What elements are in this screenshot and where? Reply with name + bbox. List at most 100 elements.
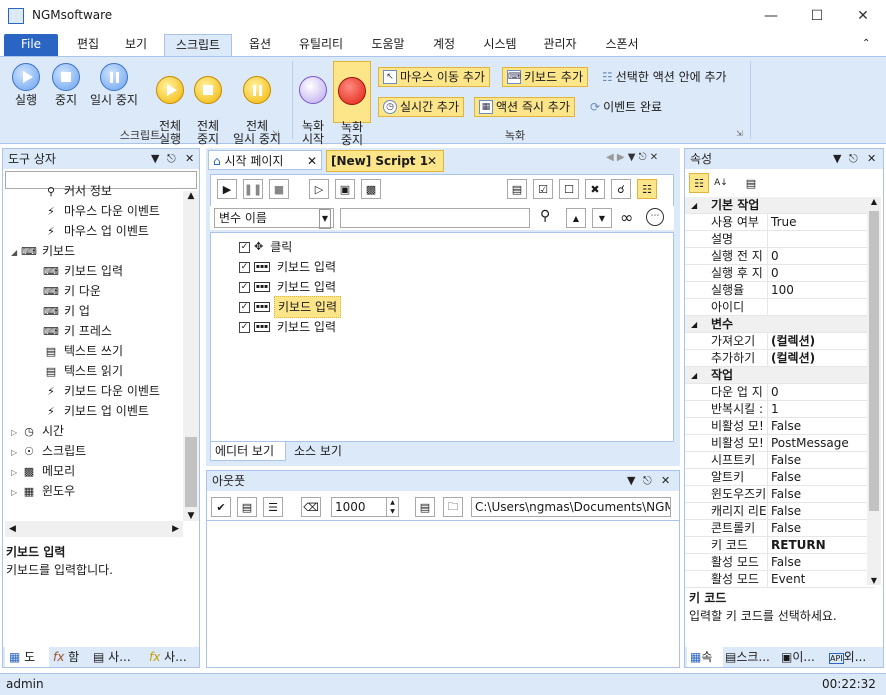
- script-line[interactable]: ✓ ✥ 클릭: [239, 237, 295, 257]
- tab-admin[interactable]: 관리자: [534, 34, 586, 56]
- image-tab[interactable]: ▣이...: [781, 647, 815, 667]
- variable-value-input[interactable]: [340, 208, 530, 228]
- step-over-button[interactable]: ▩: [361, 179, 381, 199]
- event-complete-button[interactable]: ⟳ 이벤트 완료: [586, 97, 666, 117]
- search-button[interactable]: ☌: [611, 179, 631, 199]
- property-value[interactable]: 0: [771, 384, 779, 401]
- tab-nav-icons[interactable]: ◀ ▶ ▼ ⎋ ✕: [606, 152, 658, 163]
- pause-button[interactable]: 일시 중지: [86, 63, 142, 107]
- property-row[interactable]: 시프트키 False: [685, 452, 875, 469]
- properties-scrollbar[interactable]: ▲ ▼: [867, 197, 881, 585]
- line-checkbox[interactable]: ✓: [239, 241, 250, 253]
- line-checkbox[interactable]: ✓: [239, 261, 250, 273]
- property-row[interactable]: 콘트롤키 False: [685, 520, 875, 537]
- tab-help[interactable]: 도움말: [362, 34, 414, 56]
- line-checkbox[interactable]: ✓: [239, 321, 250, 333]
- categorized-icon[interactable]: ☷: [689, 173, 709, 193]
- scroll-thumb[interactable]: [185, 437, 197, 507]
- property-row[interactable]: 반복시킬 : 1: [685, 401, 875, 418]
- check-button[interactable]: ☐: [559, 179, 579, 199]
- move-up-button[interactable]: ▲: [566, 208, 586, 228]
- stepper-arrows-icon[interactable]: ▲ ▼: [386, 498, 398, 516]
- move-down-button[interactable]: ▼: [592, 208, 612, 228]
- search-icon[interactable]: ⚲: [540, 208, 550, 224]
- functions-tab[interactable]: fx 함: [53, 647, 79, 667]
- property-value[interactable]: PostMessage: [771, 435, 849, 452]
- chart-button[interactable]: ▤: [507, 179, 527, 199]
- close-tab-icon[interactable]: ✕: [307, 151, 317, 171]
- loop-icon[interactable]: ∞: [620, 208, 633, 227]
- dropdown-icon[interactable]: ▼: [833, 149, 841, 169]
- property-category[interactable]: ◢ 기본 작업: [685, 197, 875, 214]
- property-category[interactable]: ◢ 작업: [685, 367, 875, 384]
- tab-editor-view[interactable]: 에디터 보기: [210, 442, 286, 461]
- property-row[interactable]: 알트키 False: [685, 469, 875, 486]
- property-value[interactable]: False: [771, 554, 801, 571]
- expander-icon[interactable]: ▷: [11, 463, 21, 483]
- dictionary-tab[interactable]: ▤ 사...: [93, 647, 131, 667]
- tab-options[interactable]: 옵션: [238, 34, 282, 56]
- toolbox-item[interactable]: ⚡ 마우스 다운 이벤트: [43, 201, 160, 221]
- pin-icon[interactable]: ⎋: [167, 149, 176, 169]
- user-function-tab[interactable]: fx 사...: [149, 647, 187, 667]
- tab-view[interactable]: 보기: [114, 34, 158, 56]
- script-tab[interactable]: ▤스크...: [725, 647, 770, 667]
- property-row[interactable]: 가져오기 (컬렉션): [685, 333, 875, 350]
- property-row[interactable]: 활성 모드 Event: [685, 571, 875, 588]
- editor-tab-start[interactable]: ⌂ 시작 페이지 ✕: [208, 150, 322, 170]
- toolbox-item[interactable]: ⌨ 키 프레스: [43, 321, 112, 341]
- tab-edit[interactable]: 편집: [66, 34, 110, 56]
- close-panel-icon[interactable]: ✕: [185, 149, 194, 169]
- step-into-button[interactable]: ▣: [335, 179, 355, 199]
- toolbox-item[interactable]: ⚡ 키보드 업 이벤트: [43, 401, 149, 421]
- open-folder-button[interactable]: 🗀: [443, 497, 463, 517]
- tab-source-view[interactable]: 소스 보기: [290, 442, 354, 460]
- delete-button[interactable]: ✖: [585, 179, 605, 199]
- close-panel-icon[interactable]: ✕: [867, 149, 876, 169]
- toolbox-item[interactable]: ▷ ◷ 시간: [11, 421, 64, 441]
- property-row[interactable]: 활성 모드 False: [685, 554, 875, 571]
- line-checkbox[interactable]: ✓: [239, 281, 250, 293]
- properties-tab[interactable]: ▦속: [687, 647, 723, 667]
- property-row[interactable]: 다운 업 지 0: [685, 384, 875, 401]
- collapse-icon[interactable]: ◢: [691, 197, 697, 214]
- step-button[interactable]: ▷: [309, 179, 329, 199]
- tab-utility[interactable]: 유틸리티: [288, 34, 354, 56]
- list-button[interactable]: ☰: [263, 497, 283, 517]
- record-stop-button[interactable]: 녹화 중지: [333, 61, 371, 147]
- property-value[interactable]: 1: [771, 401, 779, 418]
- add-realtime-button[interactable]: ◷ 실시간 추가: [378, 97, 465, 117]
- tab-script[interactable]: 스크립트: [164, 34, 232, 56]
- pin-icon[interactable]: ⎋: [643, 471, 652, 491]
- property-value[interactable]: False: [771, 452, 801, 469]
- add-mouse-move-button[interactable]: ↖ 마우스 이동 추가: [378, 67, 490, 87]
- stop-all-button[interactable]: 전체 중지: [190, 63, 226, 146]
- property-row[interactable]: 아이디: [685, 299, 875, 316]
- property-value[interactable]: False: [771, 503, 801, 520]
- sort-az-icon[interactable]: A↓: [711, 173, 731, 193]
- minimize-button[interactable]: —: [748, 0, 794, 32]
- new-log-button[interactable]: ▤: [237, 497, 257, 517]
- add-keyboard-button[interactable]: ⌨ 키보드 추가: [502, 67, 589, 87]
- property-row[interactable]: 윈도우즈키 False: [685, 486, 875, 503]
- close-button[interactable]: ✕: [840, 0, 886, 32]
- toolbox-item[interactable]: ⌨ 키보드 입력: [43, 261, 123, 281]
- property-row[interactable]: 실행 후 지 0: [685, 265, 875, 282]
- property-row[interactable]: 설명: [685, 231, 875, 248]
- record-group-launcher-icon[interactable]: ⇲: [736, 129, 743, 138]
- toolbox-tab[interactable]: ▦ 도: [5, 647, 49, 667]
- property-row[interactable]: 추가하기 (컬렉션): [685, 350, 875, 367]
- add-action-now-button[interactable]: ▦ 액션 즉시 추가: [474, 97, 575, 117]
- property-value[interactable]: False: [771, 418, 801, 435]
- variable-select[interactable]: 변수 이름 ▼: [214, 208, 334, 229]
- property-value[interactable]: False: [771, 469, 801, 486]
- toolbox-item[interactable]: ⌨ 키 다운: [43, 281, 101, 301]
- property-value[interactable]: False: [771, 520, 801, 537]
- toolbox-item[interactable]: ▤ 텍스트 쓰기: [43, 341, 123, 361]
- output-log[interactable]: [207, 523, 679, 667]
- more-icon[interactable]: ⋯: [646, 208, 664, 226]
- save-button[interactable]: ▤: [415, 497, 435, 517]
- check-all-button[interactable]: ☑: [533, 179, 553, 199]
- line-checkbox[interactable]: ✓: [239, 301, 250, 313]
- maximize-button[interactable]: ☐: [794, 0, 840, 32]
